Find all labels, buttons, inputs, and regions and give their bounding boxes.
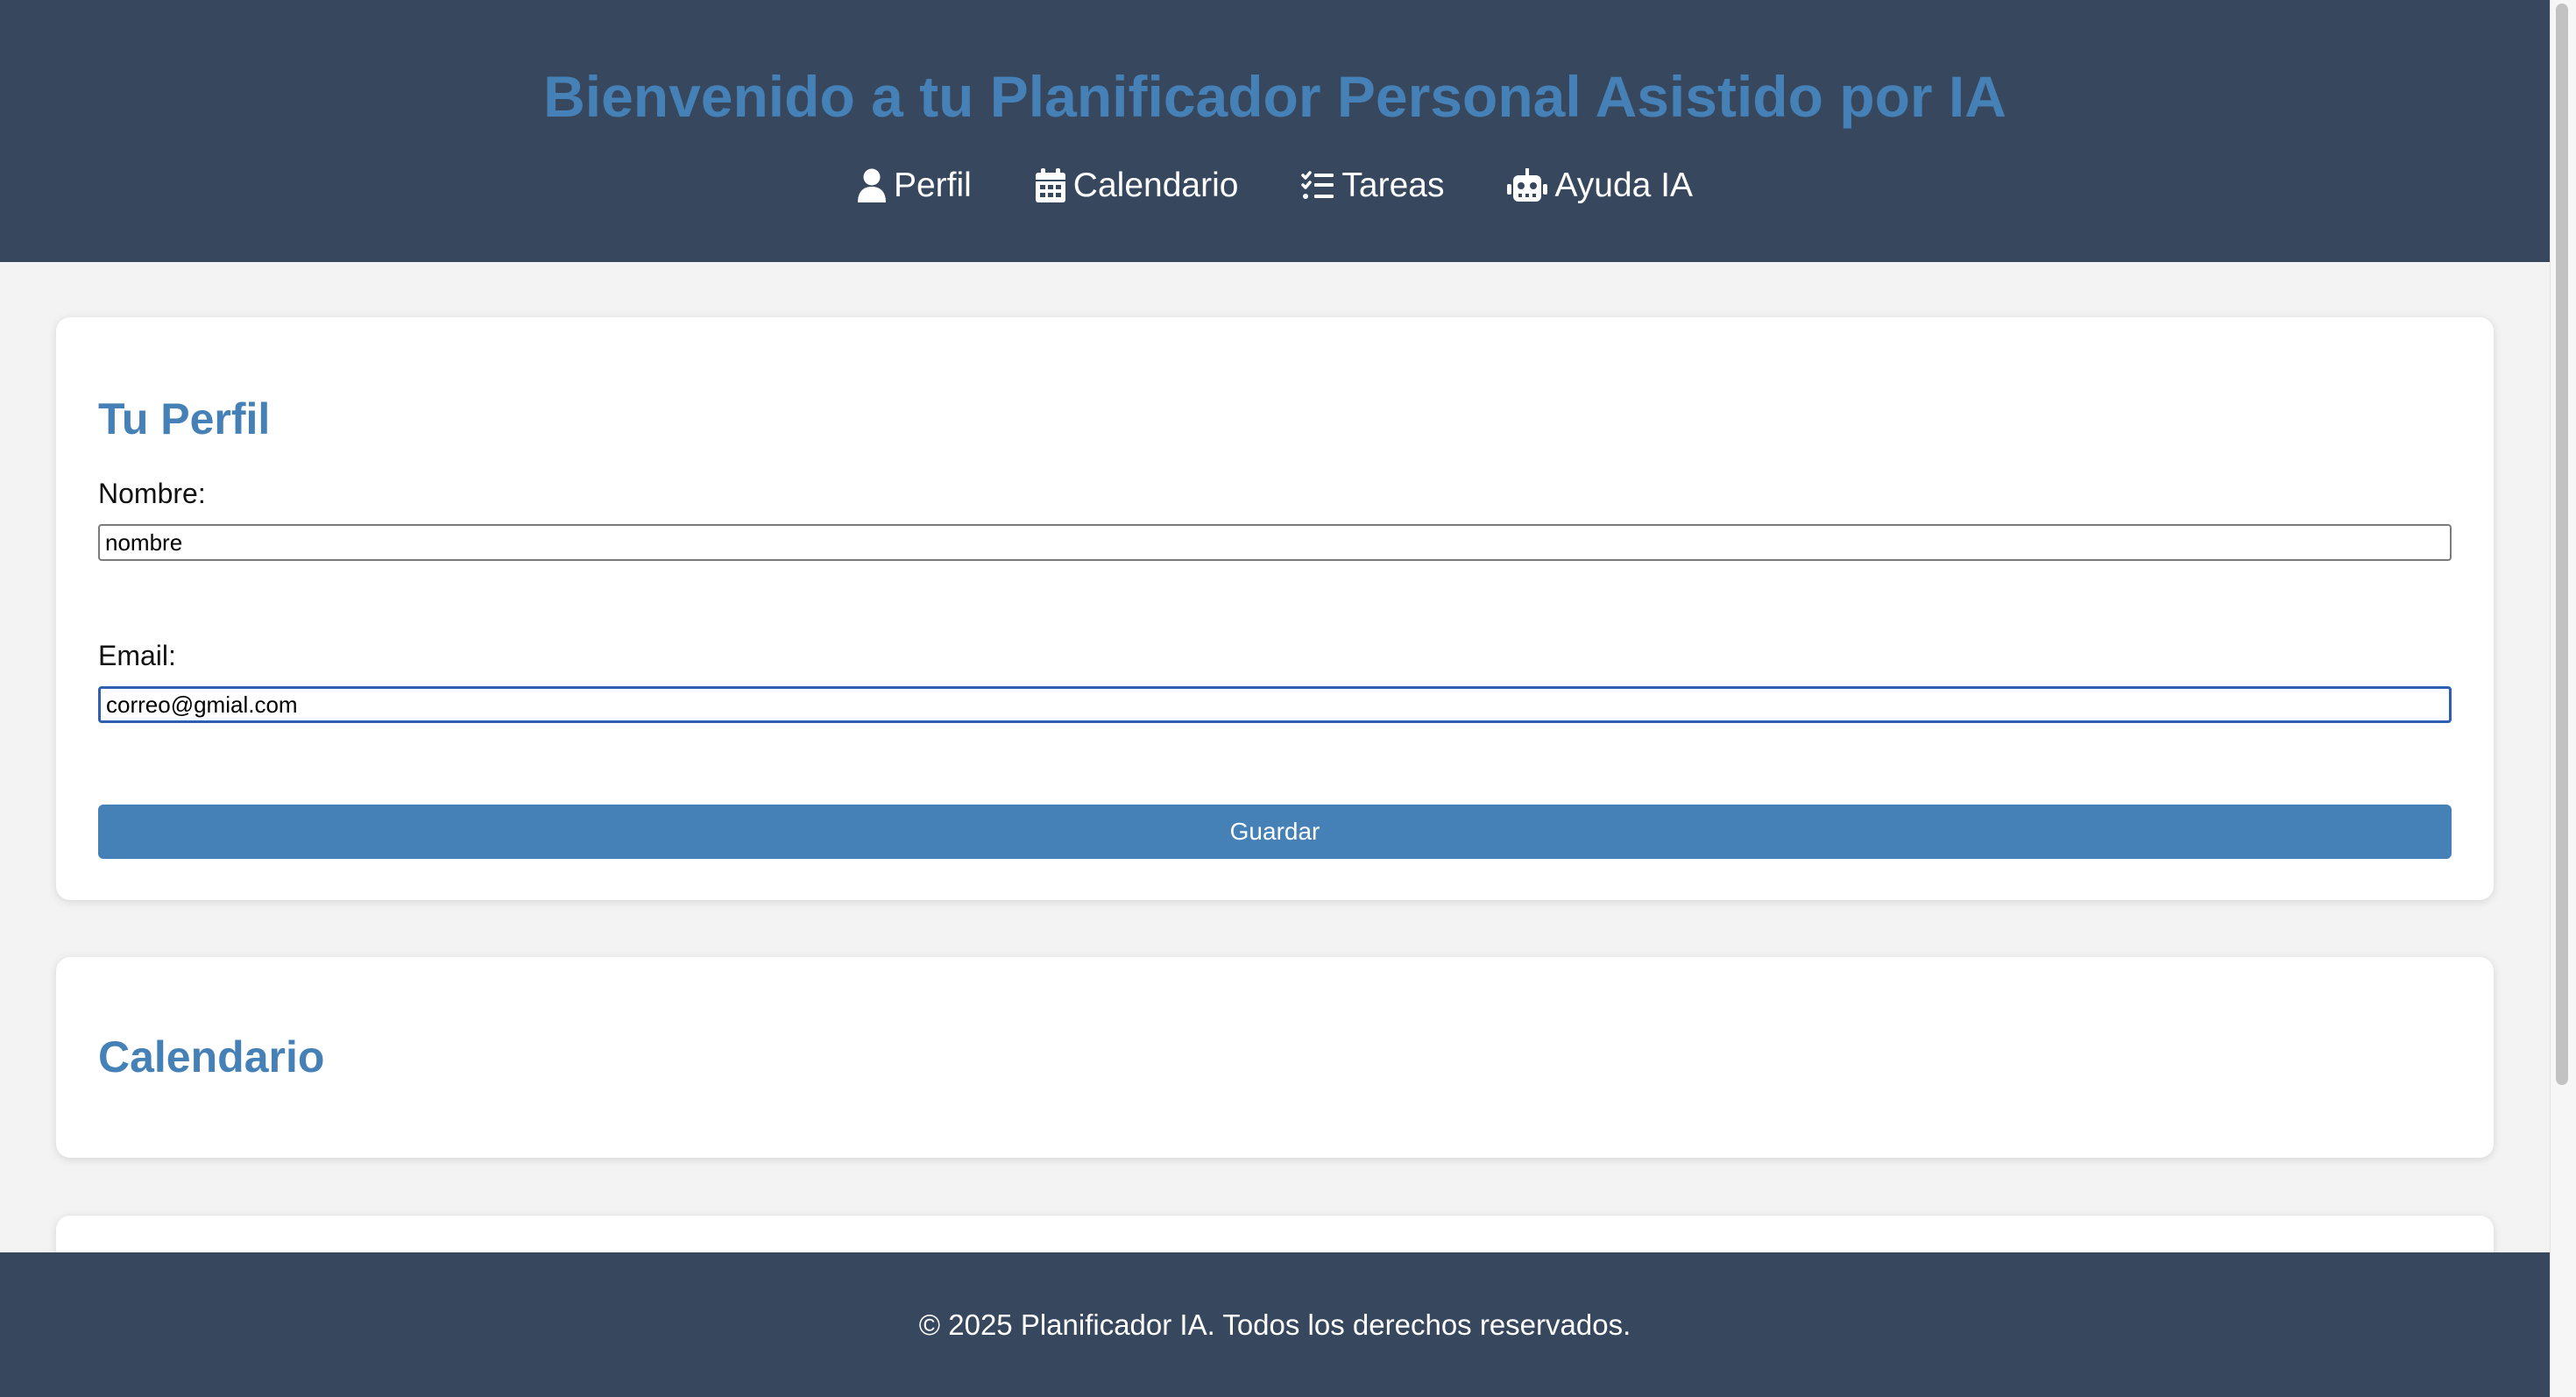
nav-item-calendario[interactable]: Calendario bbox=[1035, 167, 1239, 205]
email-label: Email: bbox=[98, 640, 176, 671]
calendar-icon bbox=[1035, 168, 1066, 203]
nav-item-label: Calendario bbox=[1072, 167, 1239, 204]
footer-copyright: © 2025 Planificador IA. Todos los derech… bbox=[918, 1308, 1631, 1341]
calendar-card: Calendario bbox=[56, 957, 2494, 1158]
site-footer: © 2025 Planificador IA. Todos los derech… bbox=[0, 1252, 2550, 1397]
user-icon bbox=[857, 168, 887, 203]
save-button[interactable]: Guardar bbox=[98, 805, 2452, 859]
nav-item-label: Ayuda IA bbox=[1554, 167, 1694, 204]
profile-heading: Tu Perfil bbox=[98, 394, 271, 443]
name-field[interactable] bbox=[98, 524, 2452, 561]
nav-item-tareas[interactable]: Tareas bbox=[1301, 167, 1444, 205]
name-label: Nombre: bbox=[98, 478, 206, 509]
nav-item-label: Tareas bbox=[1341, 167, 1445, 204]
site-title: Bienvenido a tu Planificador Personal As… bbox=[543, 64, 2006, 129]
robot-icon bbox=[1507, 168, 1548, 203]
scrollbar-thumb[interactable] bbox=[2556, 4, 2568, 1085]
site-header: Bienvenido a tu Planificador Personal As… bbox=[0, 0, 2550, 262]
nav-item-ayuda-ia[interactable]: Ayuda IA bbox=[1507, 167, 1693, 205]
main-nav: Perfil Calendario Tareas Ayuda IA bbox=[0, 158, 2550, 214]
calendar-heading: Calendario bbox=[98, 1032, 325, 1081]
nav-item-label: Perfil bbox=[893, 167, 972, 204]
nav-item-perfil[interactable]: Perfil bbox=[857, 167, 972, 205]
email-field[interactable] bbox=[98, 686, 2452, 723]
profile-card: Tu Perfil Nombre: Email: Guardar bbox=[56, 317, 2494, 900]
tasks-list-icon bbox=[1301, 170, 1334, 202]
